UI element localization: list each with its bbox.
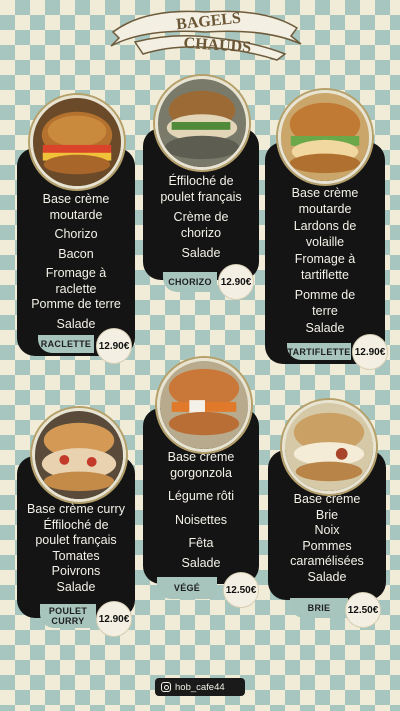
bagel-photo-tartiflette bbox=[278, 90, 372, 184]
title-banner: BAGELS CHAUDS bbox=[110, 10, 302, 61]
item-label-vege: VÉGÉ bbox=[157, 577, 217, 599]
desc-line: Légume rôti bbox=[167, 489, 234, 503]
desc-line: Éffiloché de bbox=[168, 174, 234, 188]
card-description: Base crème moutarde Lardons de volaille … bbox=[265, 186, 385, 337]
price-badge-chorizo: 12.90€ bbox=[218, 264, 254, 300]
desc-line: Poivrons bbox=[51, 564, 101, 578]
desc-line: raclette bbox=[55, 281, 97, 296]
price-badge-tartiflette: 12.90€ bbox=[352, 334, 388, 370]
desc-line: Base crème bbox=[42, 192, 110, 206]
price-badge-raclette: 12.90€ bbox=[96, 328, 132, 364]
desc-line: Pomme de bbox=[294, 288, 356, 302]
item-label-tartiflette: TARTIFLETTE bbox=[287, 343, 351, 360]
desc-line: terre bbox=[312, 303, 338, 318]
desc-line: chorizo bbox=[180, 225, 222, 240]
instagram-handle[interactable]: hob_cafe44 bbox=[155, 678, 245, 696]
desc-line: Éffiloché de bbox=[43, 517, 109, 532]
desc-line: moutarde bbox=[49, 207, 103, 222]
desc-line: tartiflette bbox=[301, 267, 349, 282]
desc-line: gorgonzola bbox=[170, 465, 232, 480]
bagel-photo-raclette bbox=[30, 95, 124, 189]
desc-line: Salade bbox=[181, 555, 221, 570]
desc-line: Salade bbox=[181, 246, 221, 260]
bagel-photo-chorizo bbox=[155, 76, 249, 170]
banner-line2: CHAUDS bbox=[183, 35, 252, 57]
desc-line: volaille bbox=[305, 234, 345, 249]
desc-line: Chorizo bbox=[54, 227, 98, 241]
desc-line: Noisettes bbox=[174, 512, 228, 527]
desc-line: Base crème bbox=[293, 492, 361, 506]
desc-line: Salade bbox=[56, 579, 96, 594]
card-description: Base crème curry Éffiloché de poulet fra… bbox=[17, 502, 135, 595]
desc-line: poulet français bbox=[35, 533, 117, 547]
desc-line: Base crème bbox=[291, 186, 359, 200]
desc-line: caramélisées bbox=[290, 554, 364, 568]
desc-line: Base crème bbox=[167, 450, 235, 464]
desc-line: Salade bbox=[307, 569, 347, 584]
bagel-photo-vege bbox=[157, 358, 251, 452]
card-description: Base crème Brie Noix Pommes caramélisées… bbox=[268, 492, 386, 585]
bagel-photo-poulet-curry bbox=[32, 408, 126, 502]
price-badge-vege: 12.50€ bbox=[223, 572, 259, 608]
desc-line: Tomates bbox=[52, 548, 100, 563]
instagram-label: hob_cafe44 bbox=[175, 681, 225, 693]
desc-line: Crème de bbox=[173, 210, 229, 224]
price-badge-poulet-curry: 12.90€ bbox=[96, 601, 132, 637]
card-description: Éffiloché de poulet français Crème de ch… bbox=[143, 174, 259, 262]
card-description: Base crème moutarde Chorizo Bacon Fromag… bbox=[17, 192, 135, 332]
desc-line: Fromage à bbox=[45, 266, 107, 280]
price-badge-brie: 12.50€ bbox=[345, 592, 381, 628]
item-label-poulet-curry: POULET CURRY bbox=[40, 604, 96, 628]
desc-line: Bacon bbox=[58, 246, 94, 261]
desc-line: Pommes bbox=[302, 538, 352, 553]
instagram-icon bbox=[161, 682, 171, 692]
item-label-brie: BRIE bbox=[290, 598, 348, 618]
desc-line: poulet français bbox=[160, 189, 242, 204]
desc-line: Brie bbox=[315, 507, 339, 522]
desc-line: moutarde bbox=[298, 201, 352, 216]
desc-line: Lardons de bbox=[293, 219, 357, 233]
bagel-photo-brie bbox=[282, 400, 376, 494]
desc-line: Base crème curry bbox=[27, 502, 125, 516]
desc-line: Fromage à bbox=[294, 252, 356, 266]
desc-line: Fêta bbox=[188, 536, 214, 550]
card-description: Base crème gorgonzola Légume rôti Noiset… bbox=[143, 450, 259, 571]
desc-line: Noix bbox=[314, 523, 340, 537]
desc-line: Pomme de terre bbox=[31, 297, 121, 311]
item-label-raclette: RACLETTE bbox=[38, 335, 94, 353]
item-label-chorizo: CHORIZO bbox=[163, 272, 217, 292]
